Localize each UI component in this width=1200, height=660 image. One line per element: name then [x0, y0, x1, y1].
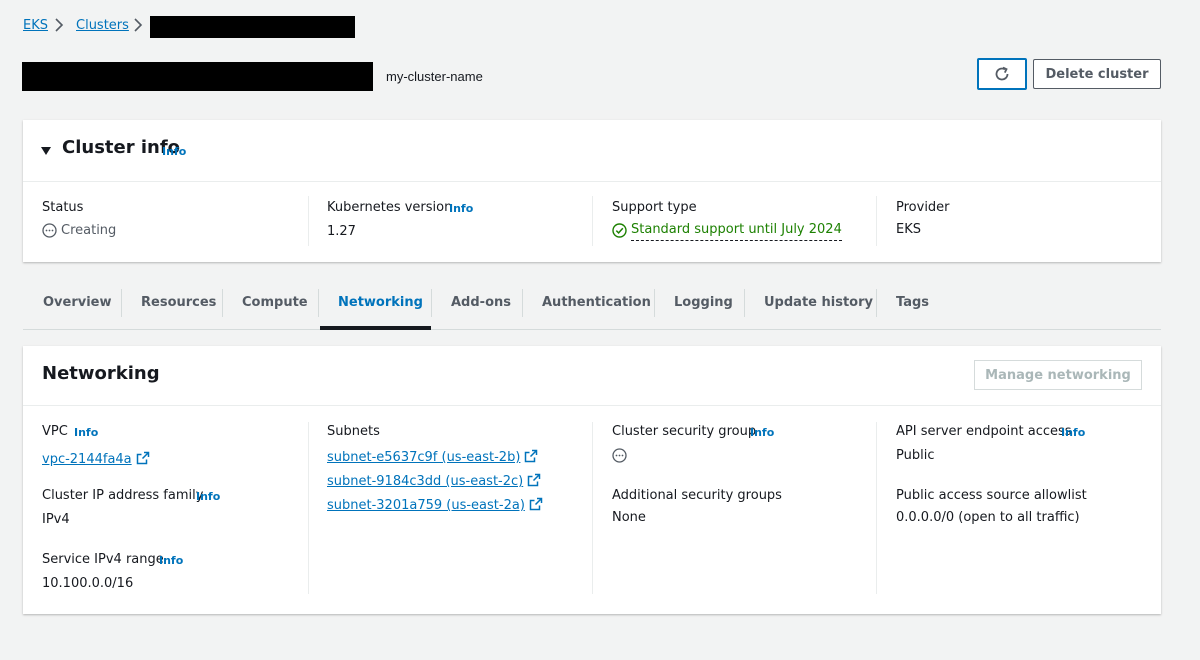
refresh-button[interactable]	[977, 58, 1027, 90]
info-link[interactable]: Info	[449, 202, 473, 215]
breadcrumb-clusters[interactable]: Clusters	[76, 18, 129, 33]
networking-title: Networking	[42, 363, 160, 384]
public-access-allowlist-label: Public access source allowlist	[896, 488, 1087, 503]
service-ipv4-range-value: 10.100.0.0/16	[42, 576, 134, 591]
api-endpoint-access-label: API server endpoint access	[896, 424, 1072, 439]
info-link[interactable]: Info	[162, 145, 186, 158]
service-ipv4-range-label: Service IPv4 range	[42, 552, 164, 567]
info-link[interactable]: Info	[196, 490, 220, 503]
pending-icon	[612, 448, 627, 467]
kubernetes-version-value: 1.27	[327, 224, 356, 239]
delete-cluster-button[interactable]: Delete cluster	[1033, 59, 1161, 89]
provider-label: Provider	[896, 200, 950, 215]
info-link[interactable]: Info	[750, 426, 774, 439]
cluster-ip-family-label: Cluster IP address family	[42, 488, 204, 503]
vpc-link[interactable]: vpc-2144fa4a	[42, 448, 150, 467]
tab-networking[interactable]: Networking	[338, 295, 423, 310]
public-access-allowlist-value: 0.0.0.0/0 (open to all traffic)	[896, 510, 1080, 525]
tab-resources[interactable]: Resources	[141, 295, 216, 310]
support-type-label: Support type	[612, 200, 697, 215]
subnet-link[interactable]: subnet-9184c3dd (us-east-2c)	[327, 470, 541, 489]
external-link-icon	[529, 497, 543, 511]
redacted-page-title	[22, 62, 373, 91]
caret-down-icon[interactable]	[40, 142, 52, 161]
chevron-right-icon	[133, 17, 143, 37]
info-link[interactable]: Info	[159, 554, 183, 567]
active-tab-indicator	[320, 326, 431, 330]
refresh-icon	[995, 66, 1009, 81]
redacted-breadcrumb	[150, 16, 355, 38]
provider-value: EKS	[896, 222, 921, 237]
tab-update-history[interactable]: Update history	[764, 295, 873, 310]
external-link-icon	[525, 449, 538, 463]
subnets-label: Subnets	[327, 424, 380, 439]
status-label: Status	[42, 200, 84, 215]
tab-tags[interactable]: Tags	[896, 295, 929, 310]
external-link-icon	[527, 473, 541, 487]
manage-networking-button[interactable]: Manage networking	[974, 360, 1142, 390]
additional-security-groups-value: None	[612, 510, 646, 525]
tab-authentication[interactable]: Authentication	[542, 295, 651, 310]
cluster-security-group-label: Cluster security group	[612, 424, 757, 439]
additional-security-groups-label: Additional security groups	[612, 488, 782, 503]
pending-icon	[42, 223, 57, 242]
cluster-ip-family-value: IPv4	[42, 512, 70, 527]
kubernetes-version-label: Kubernetes version	[327, 200, 453, 215]
check-circle-icon	[612, 223, 627, 242]
vpc-label: VPC	[42, 424, 68, 439]
api-endpoint-access-value: Public	[896, 448, 935, 463]
tab-compute[interactable]: Compute	[242, 295, 308, 310]
info-link[interactable]: Info	[1061, 426, 1085, 439]
external-link-icon	[136, 451, 149, 465]
info-link[interactable]: Info	[74, 426, 98, 439]
cluster-info-panel: Cluster info Info Status Creating Kubern…	[23, 120, 1161, 262]
tab-overview[interactable]: Overview	[43, 295, 112, 310]
subnet-link[interactable]: subnet-3201a759 (us-east-2a)	[327, 494, 543, 513]
support-type-value[interactable]: Standard support until July 2024	[631, 222, 842, 241]
breadcrumb-eks[interactable]: EKS	[23, 18, 48, 33]
page-subtitle: my-cluster-name	[386, 69, 483, 84]
tab-add-ons[interactable]: Add-ons	[451, 295, 511, 310]
tab-logging[interactable]: Logging	[674, 295, 733, 310]
subnet-link[interactable]: subnet-e5637c9f (us-east-2b)	[327, 446, 538, 465]
status-value: Creating	[61, 223, 117, 238]
chevron-right-icon	[54, 17, 64, 37]
